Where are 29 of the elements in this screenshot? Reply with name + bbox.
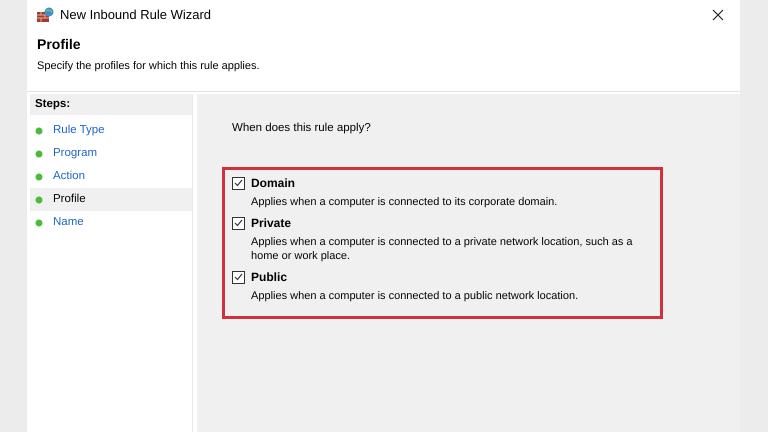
step-item[interactable]: Action (30, 165, 192, 188)
page-subtitle: Specify the profiles for which this rule applies. (37, 59, 261, 74)
status-dot-icon (35, 126, 43, 134)
page-title: Profile (37, 35, 82, 54)
question-text: When does this rule apply? (232, 121, 372, 136)
status-dot-icon (35, 150, 43, 158)
option-description: Applies when a computer is connected to its corporate domain. (251, 195, 558, 210)
check-icon (234, 219, 243, 228)
checkbox-label: Private (251, 215, 292, 232)
checkbox[interactable] (232, 270, 245, 284)
step-item[interactable]: Program (30, 142, 192, 165)
status-dot-icon (35, 172, 43, 180)
window-title: New Inbound Rule Wizard (60, 6, 212, 24)
status-dot-icon (35, 196, 43, 204)
checkbox[interactable] (232, 176, 245, 190)
checkbox[interactable] (232, 216, 245, 230)
checkbox-label: Domain (251, 175, 296, 192)
check-icon (234, 273, 243, 282)
step-item[interactable]: Rule Type (30, 119, 192, 142)
checkbox-label: Public (251, 269, 288, 286)
step-item[interactable]: Name (30, 211, 192, 234)
firewall-icon (37, 7, 54, 23)
status-dot-icon (35, 218, 43, 226)
close-icon (712, 9, 724, 21)
option-description: Applies when a computer is connected to a public network location. (251, 289, 580, 304)
check-icon (234, 179, 243, 188)
option-description: Applies when a computer is connected to a private network location, such as a home or work place. (251, 235, 634, 264)
step-item[interactable]: Profile (30, 188, 192, 211)
steps-heading: Steps: (30, 94, 192, 115)
